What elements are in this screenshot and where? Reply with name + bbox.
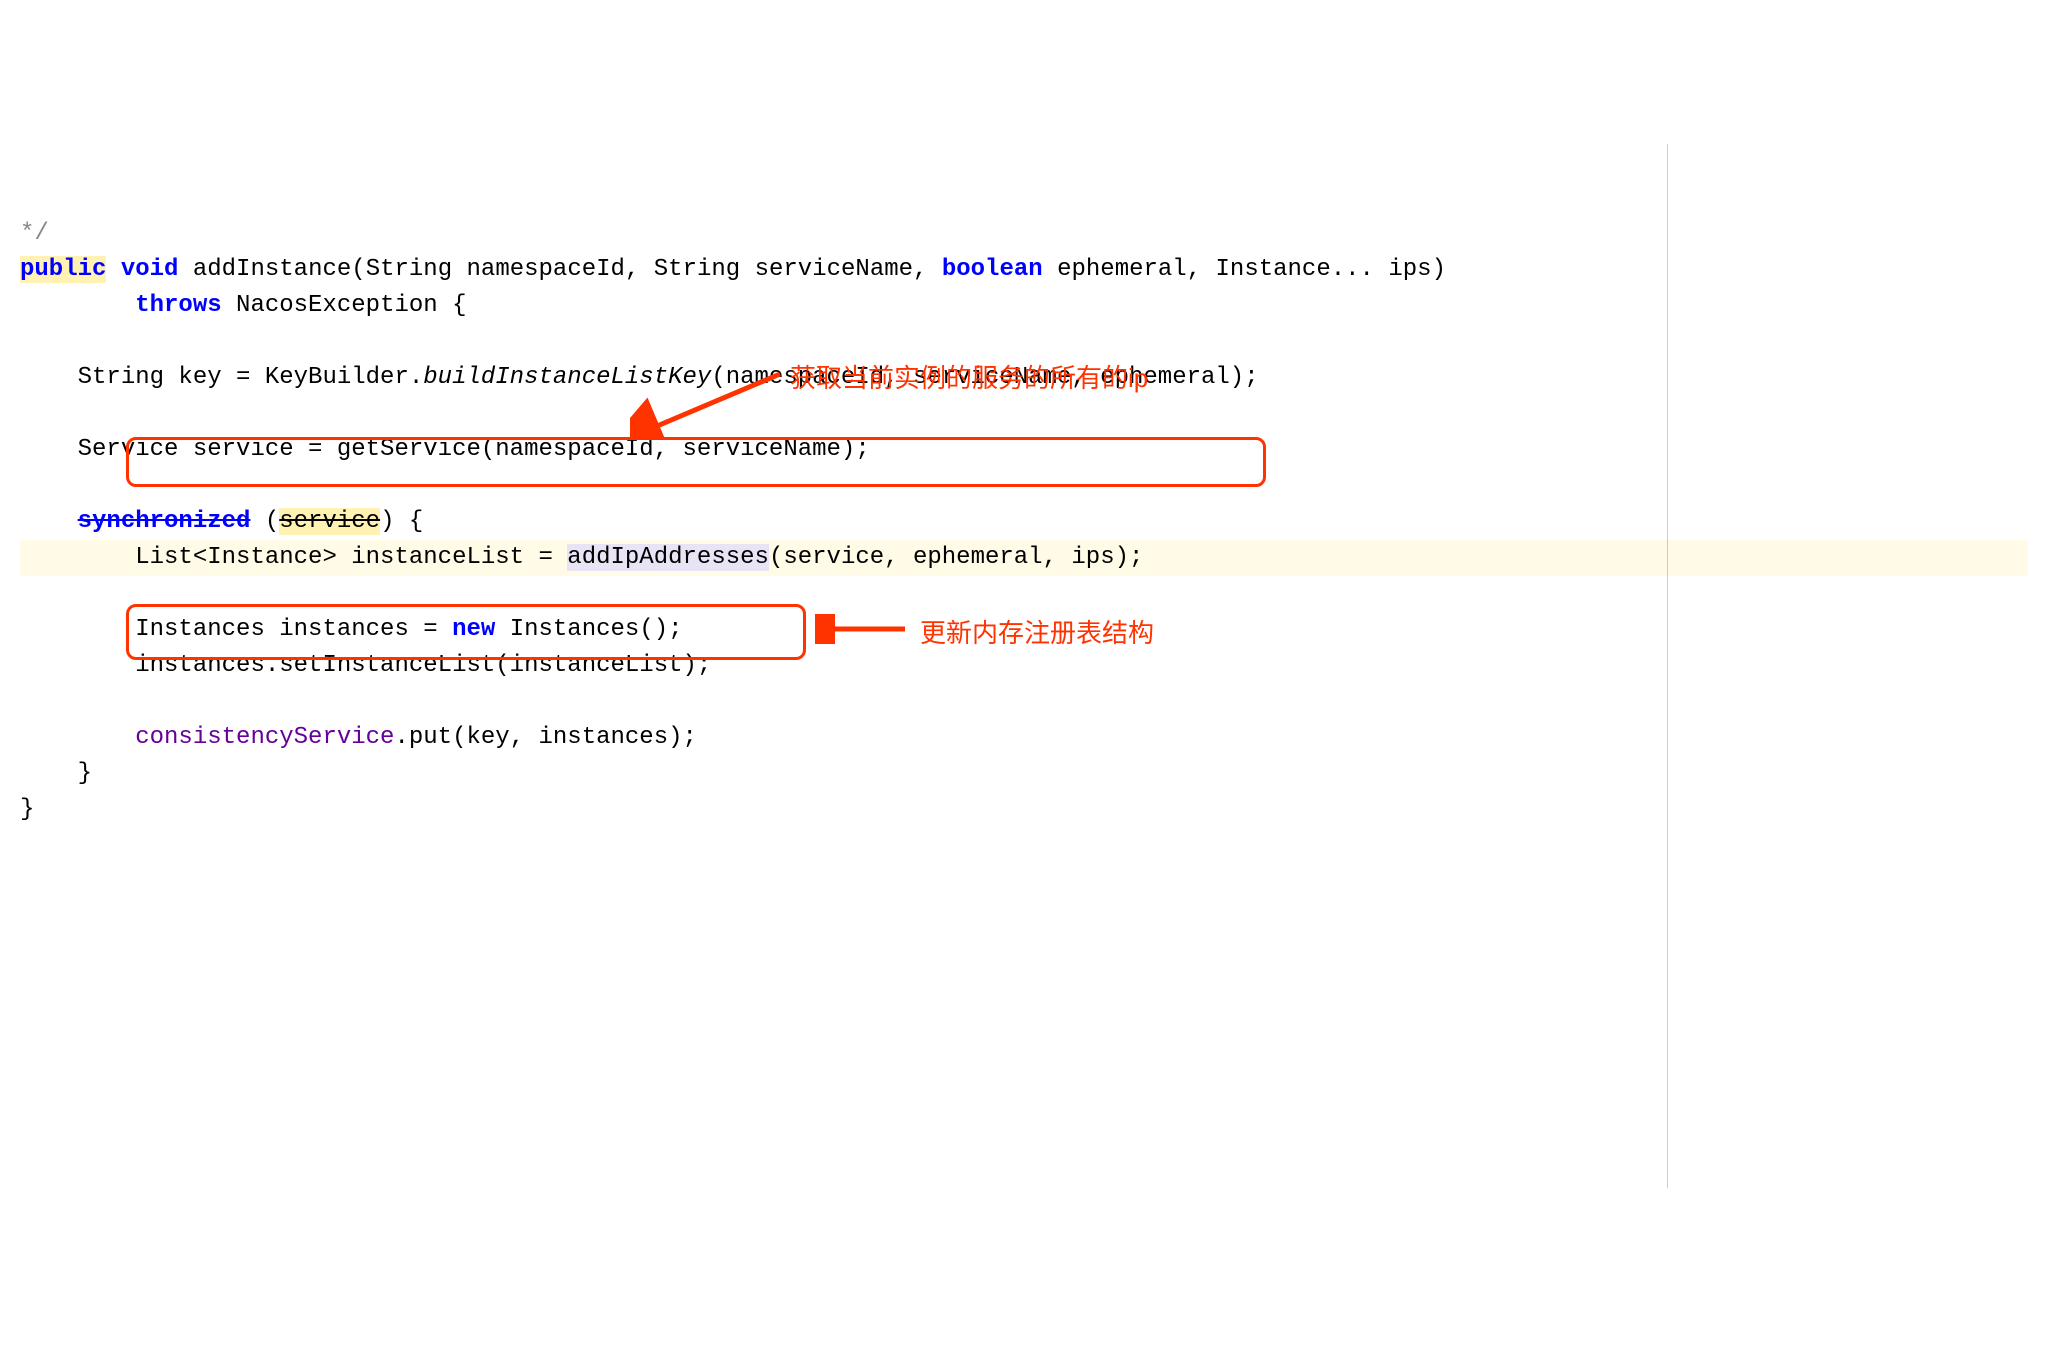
list-decl: List<Instance> instanceList = bbox=[135, 544, 567, 571]
keyword-throws: throws bbox=[135, 292, 221, 319]
sync-open: ( bbox=[250, 508, 279, 535]
column-guide bbox=[1667, 144, 1668, 1188]
sync-arg: service bbox=[279, 508, 380, 535]
brace-close: } bbox=[20, 796, 34, 823]
param-type: String bbox=[366, 256, 452, 283]
param-name: serviceName bbox=[755, 256, 913, 283]
sync-close: ) { bbox=[380, 508, 423, 535]
instances-decl: Instances instances = bbox=[135, 616, 452, 643]
code-block: */ public void addInstance ( String namesp… bbox=[0, 144, 2048, 1188]
annotation-top: 获取当前实例的服务的所有的ip bbox=[790, 359, 1148, 398]
annotation-bottom: 更新内存注册表结构 bbox=[920, 614, 1154, 653]
keyword-void: void bbox=[121, 256, 179, 283]
param-name: ephemeral bbox=[1057, 256, 1187, 283]
exception-type: NacosException bbox=[236, 292, 438, 319]
keyword-synchronized: synchronized bbox=[78, 508, 251, 535]
instances-ctor: Instances(); bbox=[495, 616, 682, 643]
code-line: Service service = getService(namespaceId… bbox=[78, 436, 870, 463]
keyword-boolean: boolean bbox=[942, 256, 1043, 283]
code-line: String key = KeyBuilder. bbox=[78, 364, 424, 391]
keyword-public: public bbox=[20, 256, 106, 283]
arrow-bottom bbox=[815, 614, 915, 644]
keyword-new: new bbox=[452, 616, 495, 643]
param-type: String bbox=[654, 256, 740, 283]
field-consistency: consistencyService bbox=[135, 724, 394, 751]
put-call: .put(key, instances); bbox=[394, 724, 696, 751]
set-instance-list: instances.setInstanceList(instanceList); bbox=[135, 652, 711, 679]
param-name: namespaceId bbox=[467, 256, 625, 283]
comment-end: */ bbox=[20, 220, 49, 247]
brace-close: } bbox=[78, 760, 92, 787]
addip-method: addIpAddresses bbox=[567, 544, 769, 571]
param-type: Instance... bbox=[1216, 256, 1374, 283]
addip-args: (service, ephemeral, ips); bbox=[769, 544, 1143, 571]
method-name: addInstance bbox=[193, 256, 351, 283]
param-name: ips bbox=[1388, 256, 1431, 283]
static-method: buildInstanceListKey bbox=[423, 364, 711, 391]
